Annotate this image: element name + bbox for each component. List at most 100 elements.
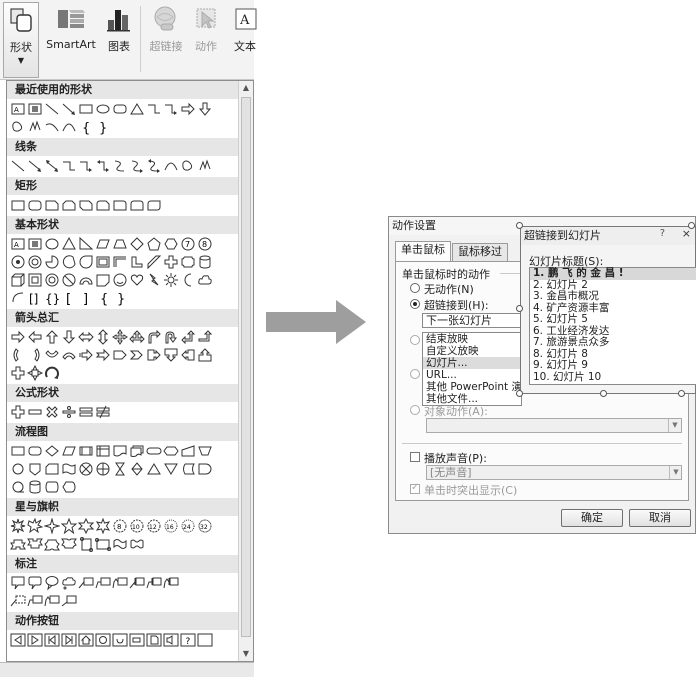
textbox-icon[interactable]: A xyxy=(10,236,26,252)
no-action-radio[interactable] xyxy=(410,283,420,293)
striped-right-arrow-icon[interactable] xyxy=(78,347,94,363)
right-arrow-icon[interactable] xyxy=(10,329,26,345)
action-beginning-icon[interactable] xyxy=(44,632,60,648)
line-callout-border-two-icon[interactable] xyxy=(27,593,43,609)
gallery-scrollbar[interactable]: ▲ ▼ xyxy=(238,81,253,661)
double-arrow-icon[interactable] xyxy=(44,158,60,174)
scroll-up-icon[interactable]: ▲ xyxy=(239,81,253,95)
selection-handle[interactable] xyxy=(600,390,607,397)
action-back-icon[interactable] xyxy=(10,632,26,648)
cloud-icon[interactable] xyxy=(197,272,213,288)
left-brace-icon[interactable]: { xyxy=(95,290,111,306)
flowchart-display-icon[interactable] xyxy=(61,479,77,495)
slide-list-item[interactable]: 9. 幻灯片 9 xyxy=(530,359,696,372)
half-frame-icon[interactable] xyxy=(112,254,128,270)
arrow-line-shape-icon[interactable] xyxy=(61,101,77,117)
left-brace-shape-icon[interactable]: { xyxy=(78,119,94,135)
notched-right-arrow-icon[interactable] xyxy=(95,347,111,363)
chevron-icon[interactable] xyxy=(129,347,145,363)
rounded-rectangle-icon[interactable] xyxy=(27,197,43,213)
freeform-shape-icon[interactable] xyxy=(10,119,26,135)
flowchart-preparation-icon[interactable] xyxy=(163,443,179,459)
elbow-connector-icon[interactable] xyxy=(61,158,77,174)
freeform-icon[interactable] xyxy=(180,158,196,174)
down-arrow-callout-icon[interactable] xyxy=(163,347,179,363)
snip-same-side-rectangle-icon[interactable] xyxy=(61,197,77,213)
triangle-icon[interactable] xyxy=(61,236,77,252)
slide-list-item[interactable]: 3. 金昌市概况 xyxy=(530,290,696,303)
minus-icon[interactable] xyxy=(27,404,43,420)
action-information-icon[interactable] xyxy=(95,632,111,648)
right-triangle-icon[interactable] xyxy=(78,236,94,252)
eight-point-star-icon[interactable]: 8 xyxy=(112,518,128,534)
up-arrow-icon[interactable] xyxy=(44,329,60,345)
u-turn-arrow-icon[interactable] xyxy=(163,329,179,345)
play-sound-checkbox[interactable] xyxy=(410,452,420,462)
diamond-icon[interactable] xyxy=(129,236,145,252)
flowchart-connector-icon[interactable] xyxy=(10,461,26,477)
pie-icon[interactable] xyxy=(44,254,60,270)
sixteen-point-star-icon[interactable]: 16 xyxy=(163,518,179,534)
selection-handle[interactable] xyxy=(516,390,523,397)
curved-connector-icon[interactable] xyxy=(112,158,128,174)
line-callout-no-border-icon[interactable] xyxy=(61,593,77,609)
object-action-radio[interactable] xyxy=(410,405,420,415)
line-callout-border-three-icon[interactable] xyxy=(44,593,60,609)
rounded-rectangular-callout-icon[interactable] xyxy=(27,575,43,591)
cloud-callout-icon[interactable] xyxy=(61,575,77,591)
action-end-icon[interactable] xyxy=(61,632,77,648)
flowchart-decision-icon[interactable] xyxy=(44,443,60,459)
right-arrow-shape-icon[interactable] xyxy=(180,101,196,117)
tab-mouse-over[interactable]: 鼠标移过 xyxy=(452,243,508,261)
line-callout-accent-two-icon[interactable] xyxy=(146,575,162,591)
vertical-scroll-icon[interactable] xyxy=(78,536,94,552)
diagonal-stripe-icon[interactable] xyxy=(146,254,162,270)
flowchart-stored-data-icon[interactable] xyxy=(180,461,196,477)
curved-arrow-icon[interactable] xyxy=(129,158,145,174)
flowchart-sort-icon[interactable] xyxy=(129,461,145,477)
action-button[interactable]: 动作 xyxy=(191,2,221,78)
flowchart-summing-junction-icon[interactable] xyxy=(78,461,94,477)
rectangle-shape-icon[interactable] xyxy=(78,101,94,117)
hexagon-icon[interactable] xyxy=(163,236,179,252)
cancel-button[interactable]: 取消 xyxy=(629,509,691,527)
line-shape-icon[interactable] xyxy=(44,101,60,117)
arrow-icon[interactable] xyxy=(27,158,43,174)
oval-icon[interactable] xyxy=(44,236,60,252)
not-equal-icon[interactable] xyxy=(95,404,111,420)
flowchart-alternate-process-icon[interactable] xyxy=(27,443,43,459)
help-icon[interactable]: ? xyxy=(660,228,665,239)
elbow-arrow-connector-shape-icon[interactable] xyxy=(163,101,179,117)
right-brace-icon[interactable]: } xyxy=(112,290,128,306)
round-same-side-rectangle-icon[interactable] xyxy=(129,197,145,213)
vertical-textbox-shape-icon[interactable] xyxy=(27,101,43,117)
flowchart-card-icon[interactable] xyxy=(44,461,60,477)
can-icon[interactable] xyxy=(197,254,213,270)
action-forward-icon[interactable] xyxy=(27,632,43,648)
list-item[interactable]: URL... xyxy=(423,369,521,381)
left-up-arrow-icon[interactable] xyxy=(180,329,196,345)
scribble-shape-icon[interactable] xyxy=(27,119,43,135)
curved-right-arrow-icon[interactable] xyxy=(10,347,26,363)
hyperlink-button[interactable]: 超链接 xyxy=(145,2,187,78)
flowchart-delay-icon[interactable] xyxy=(197,461,213,477)
block-arc-icon[interactable] xyxy=(78,272,94,288)
selection-handle[interactable] xyxy=(516,222,523,229)
hyperlink-field[interactable]: 下一张幻灯片 xyxy=(422,313,522,328)
slide-list-item[interactable]: 10. 幻灯片 10 xyxy=(530,371,696,384)
l-shape-icon[interactable] xyxy=(129,254,145,270)
tab-mouse-click[interactable]: 单击鼠标 xyxy=(395,241,451,261)
quad-arrow-icon[interactable] xyxy=(112,329,128,345)
triangle-shape-icon[interactable] xyxy=(129,101,145,117)
rounded-rectangle-shape-icon[interactable] xyxy=(112,101,128,117)
six-point-star-icon[interactable] xyxy=(78,518,94,534)
left-right-up-arrow-icon[interactable] xyxy=(129,329,145,345)
left-right-arrow-icon[interactable] xyxy=(78,329,94,345)
quad-arrow-callout-icon[interactable] xyxy=(27,365,43,381)
flowchart-data-icon[interactable] xyxy=(61,443,77,459)
double-brace-icon[interactable]: {} xyxy=(44,290,60,306)
cube-icon[interactable] xyxy=(10,272,26,288)
double-wave-icon[interactable] xyxy=(129,536,145,552)
frame-icon[interactable] xyxy=(95,254,111,270)
action-help-icon[interactable]: ? xyxy=(180,632,196,648)
